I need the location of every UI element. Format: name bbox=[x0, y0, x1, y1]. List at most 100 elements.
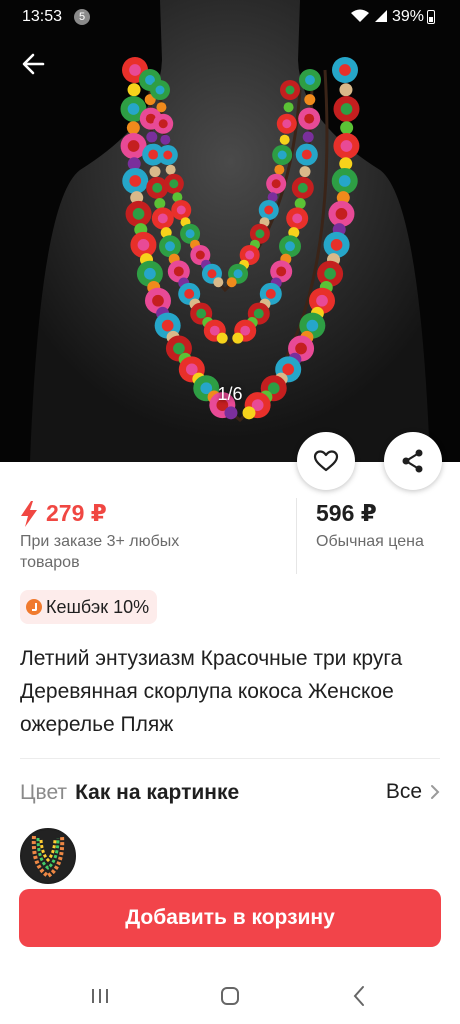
lightning-icon bbox=[21, 500, 37, 527]
necklace-bead-center bbox=[301, 149, 312, 160]
necklace-bead-center bbox=[148, 149, 159, 160]
promo-price-note: При заказе 3+ любых товаров bbox=[20, 533, 180, 571]
necklace-bead bbox=[226, 277, 237, 288]
necklace-bead-center bbox=[240, 325, 251, 336]
necklace-bead bbox=[283, 102, 294, 113]
home-icon[interactable] bbox=[220, 986, 240, 1006]
necklace-bead bbox=[294, 197, 306, 209]
add-to-cart-button[interactable]: Добавить в корзину bbox=[19, 889, 441, 947]
necklace-bead-center bbox=[176, 205, 186, 215]
necklace-bead-center bbox=[335, 208, 348, 220]
price-divider bbox=[296, 498, 297, 574]
wifi-icon bbox=[351, 9, 369, 22]
necklace-bead-center bbox=[173, 266, 184, 277]
necklace-bead-center bbox=[163, 150, 173, 160]
necklace-bead-center bbox=[297, 182, 308, 193]
color-value: Как на картинке bbox=[75, 781, 240, 804]
recent-apps-icon[interactable] bbox=[90, 986, 110, 1006]
necklace-bead-center bbox=[132, 208, 145, 220]
necklace-bead-center bbox=[127, 103, 140, 115]
necklace-bead-center bbox=[271, 179, 281, 189]
necklace-bead-center bbox=[253, 308, 264, 319]
cashback-badge: Кешбэк 10% bbox=[20, 590, 158, 624]
necklace-bead-center bbox=[324, 267, 336, 280]
color-option-thumbnail[interactable] bbox=[20, 828, 76, 884]
back-nav-icon[interactable] bbox=[352, 985, 366, 1007]
necklace-bead-center bbox=[152, 294, 164, 307]
necklace-bead-center bbox=[144, 267, 156, 280]
cashback-icon bbox=[26, 599, 42, 615]
necklace-bead bbox=[146, 131, 158, 143]
necklace-bead bbox=[154, 197, 166, 209]
system-navigation-bar bbox=[0, 970, 460, 1024]
favorite-button[interactable] bbox=[297, 432, 355, 490]
necklace-bead-center bbox=[295, 342, 307, 355]
necklace-bead-center bbox=[173, 342, 185, 355]
necklace-bead-center bbox=[265, 288, 276, 299]
necklace-bead-center bbox=[330, 239, 343, 251]
regular-price-value: 596 ₽ bbox=[316, 500, 377, 526]
necklace-bead-center bbox=[196, 308, 207, 319]
heart-icon bbox=[313, 450, 339, 472]
necklace-bead bbox=[224, 406, 238, 420]
necklace-bead-center bbox=[276, 266, 287, 277]
status-time: 13:53 bbox=[22, 8, 63, 25]
necklace-bead-center bbox=[152, 182, 163, 193]
necklace-bead-center bbox=[137, 239, 150, 251]
necklace-bead-center bbox=[316, 294, 328, 307]
product-image-gallery[interactable]: 1/6 bbox=[0, 0, 460, 462]
necklace-bead bbox=[340, 121, 354, 135]
back-arrow-icon bbox=[22, 53, 45, 75]
necklace-bead-center bbox=[245, 250, 255, 260]
battery-percent: 39% bbox=[392, 8, 425, 25]
necklace-bead-center bbox=[285, 85, 295, 95]
necklace-bead-center bbox=[127, 140, 140, 152]
share-icon bbox=[402, 449, 423, 473]
color-label: Цвет bbox=[20, 781, 68, 804]
necklace-bead-center bbox=[209, 325, 220, 336]
necklace-bead-center bbox=[264, 205, 274, 215]
notification-badge: 5 bbox=[74, 9, 90, 25]
necklace-bead bbox=[126, 121, 140, 135]
regular-price-block: 596 ₽ Обычная цена bbox=[316, 500, 424, 551]
necklace-bead-center bbox=[233, 269, 243, 279]
necklace-bead-center bbox=[340, 140, 353, 152]
necklace-bead-center bbox=[340, 103, 353, 115]
necklace-bead bbox=[232, 332, 244, 344]
necklace-bead bbox=[160, 134, 171, 145]
necklace-bead bbox=[165, 164, 176, 175]
promo-price: 279 ₽ bbox=[20, 500, 280, 527]
status-bar: 13:53 5 39% bbox=[0, 0, 460, 34]
share-button[interactable] bbox=[384, 432, 442, 490]
necklace-bead bbox=[156, 102, 167, 113]
gallery-counter: 1/6 bbox=[217, 384, 243, 404]
necklace-bead-center bbox=[129, 175, 142, 187]
necklace-bead bbox=[149, 166, 161, 178]
all-colors-link[interactable]: Все bbox=[386, 780, 440, 804]
promo-price-block: 279 ₽ При заказе 3+ любых товаров bbox=[20, 500, 280, 573]
necklace-bead bbox=[304, 94, 316, 106]
necklace-bead-center bbox=[184, 288, 195, 299]
necklace-bead bbox=[242, 406, 256, 420]
necklace-bead-center bbox=[165, 241, 175, 252]
promo-price-value: 279 ₽ bbox=[46, 500, 107, 526]
necklace-bead-center bbox=[282, 119, 292, 129]
necklace-bead-center bbox=[305, 75, 315, 85]
necklace-bead-center bbox=[277, 150, 287, 160]
necklace-bead bbox=[339, 83, 353, 97]
necklace-bead bbox=[299, 166, 311, 178]
chevron-right-icon bbox=[431, 785, 440, 799]
necklace-bead-center bbox=[306, 319, 319, 332]
necklace-bead bbox=[279, 134, 290, 145]
necklace-bead-center bbox=[169, 179, 179, 189]
necklace-bead-center bbox=[157, 213, 168, 224]
cashback-label: Кешбэк 10% bbox=[46, 596, 150, 617]
back-button[interactable] bbox=[16, 46, 52, 82]
necklace-bead bbox=[213, 277, 224, 288]
necklace-bead-center bbox=[195, 250, 205, 260]
color-selector: Цвет Как на картинке Все bbox=[20, 776, 440, 810]
necklace-bead-center bbox=[155, 85, 165, 95]
necklace-bead-center bbox=[255, 229, 265, 239]
necklace-bead-center bbox=[339, 64, 351, 76]
necklace-bead-center bbox=[207, 269, 217, 279]
